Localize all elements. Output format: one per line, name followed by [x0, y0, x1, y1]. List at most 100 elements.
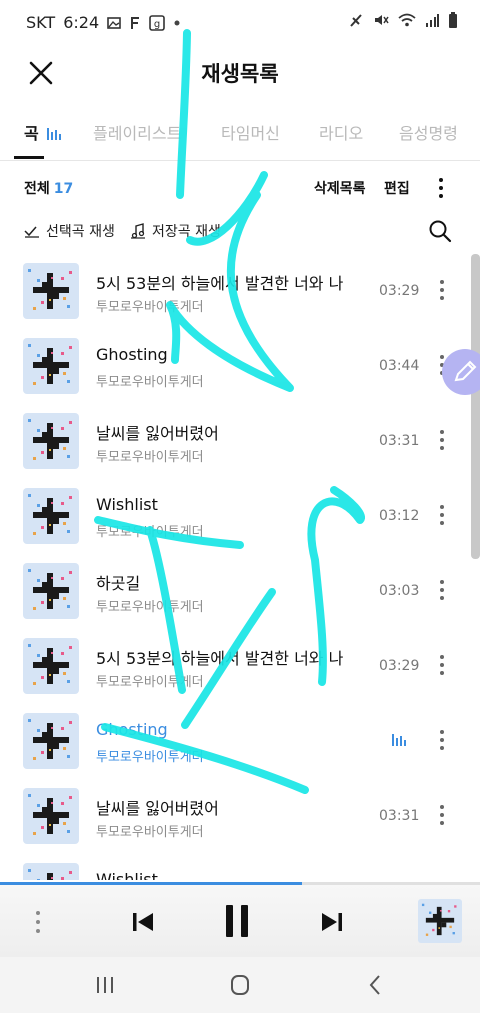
song-row[interactable]: 날씨를 잃어버렸어 투모로우바이투게더 03:31 — [0, 404, 480, 478]
recent-apps-icon[interactable] — [90, 971, 120, 999]
album-art — [23, 338, 79, 394]
more-options-icon[interactable] — [429, 176, 453, 204]
song-more-icon[interactable] — [430, 726, 454, 756]
list-toolbar: 전체 17 삭제목록 편집 — [0, 160, 480, 212]
carrier-label: SKT — [26, 13, 56, 32]
song-duration: 03:29 — [379, 283, 420, 299]
song-more-icon[interactable] — [430, 576, 454, 606]
music-note-icon — [131, 223, 145, 239]
album-art — [23, 863, 79, 880]
song-duration: 03:31 — [379, 433, 420, 449]
song-row[interactable]: Wishlist — [0, 854, 480, 880]
play-saved-label: 저장곡 재생 — [152, 224, 221, 240]
song-artist: 투모로우바이투게더 — [96, 750, 204, 765]
total-label: 전체 — [24, 181, 50, 197]
deleted-list-button[interactable]: 삭제목록 — [314, 178, 366, 198]
dot-icon — [174, 20, 180, 25]
song-artist: 투모로우바이투게더 — [96, 825, 204, 840]
total-count: 전체 17 — [24, 178, 73, 198]
player-menu-icon[interactable] — [28, 907, 48, 937]
song-title: 5시 53분의 하늘에서 발견한 너와 나 — [96, 649, 344, 668]
tab-voice-command[interactable]: 음성명령 — [399, 120, 458, 144]
signal-icon — [426, 14, 439, 27]
song-artist: 투모로우바이투게더 — [96, 375, 204, 390]
header: 재생목록 — [0, 46, 480, 106]
song-duration: 03:29 — [379, 658, 420, 674]
gallery-icon — [107, 16, 121, 29]
system-nav-bar — [0, 957, 480, 1013]
song-list: 5시 53분의 하늘에서 발견한 너와 나 투모로우바이투게더 03:29 Gh… — [0, 254, 480, 880]
now-playing-album-art[interactable] — [418, 899, 462, 943]
song-title: 5시 53분의 하늘에서 발견한 너와 나 — [96, 274, 344, 293]
album-art — [23, 563, 79, 619]
song-more-icon[interactable] — [430, 426, 454, 456]
tab-time-machine[interactable]: 타임머신 — [221, 120, 280, 144]
tab-radio[interactable]: 라디오 — [319, 120, 363, 144]
back-icon[interactable] — [360, 971, 390, 999]
play-actions: 선택곡 재생 저장곡 재생 — [0, 212, 480, 252]
song-artist: 투모로우바이투게더 — [96, 450, 204, 465]
song-title: Ghosting — [96, 345, 168, 364]
mini-player — [0, 885, 480, 957]
album-art — [23, 638, 79, 694]
song-artist: 투모로우바이투게더 — [96, 675, 204, 690]
f-app-icon — [131, 16, 140, 29]
song-duration: 03:31 — [379, 808, 420, 824]
play-saved-button[interactable]: 저장곡 재생 — [130, 221, 221, 241]
album-art — [23, 488, 79, 544]
total-number: 17 — [53, 181, 74, 197]
wifi-icon — [398, 13, 416, 27]
song-row[interactable]: Wishlist 투모로우바이투게더 03:12 — [0, 479, 480, 553]
home-icon[interactable] — [225, 971, 255, 999]
next-icon[interactable] — [319, 909, 345, 935]
edit-button[interactable]: 편집 — [384, 178, 410, 198]
edit-pen-button[interactable] — [442, 349, 480, 395]
song-artist: 투모로우바이투게더 — [96, 600, 204, 615]
album-art — [23, 413, 79, 469]
song-row[interactable]: 5시 53분의 하늘에서 발견한 너와 나 투모로우바이투게더 03:29 — [0, 629, 480, 703]
song-title: 날씨를 잃어버렸어 — [96, 424, 219, 443]
song-more-icon[interactable] — [430, 276, 454, 306]
song-row[interactable]: 하곳길 투모로우바이투게더 03:03 — [0, 554, 480, 628]
tab-playlists[interactable]: 플레이리스트 — [93, 120, 181, 144]
song-title: 하곳길 — [96, 574, 141, 593]
album-art — [23, 713, 79, 769]
song-duration: 03:44 — [379, 358, 420, 374]
pause-icon[interactable] — [223, 903, 251, 939]
tab-bar: 곡 플레이리스트 타임머신 라디오 음성명령 — [0, 106, 480, 161]
song-title: Wishlist — [96, 870, 158, 880]
song-artist: 투모로우바이투게더 — [96, 300, 204, 315]
song-row[interactable]: Ghosting 투모로우바이투게더 03:44 — [0, 329, 480, 403]
previous-icon[interactable] — [130, 909, 156, 935]
active-tab-indicator — [14, 156, 44, 159]
song-title: 날씨를 잃어버렸어 — [96, 799, 219, 818]
now-playing-bars-icon — [392, 734, 406, 746]
play-selected-label: 선택곡 재생 — [46, 224, 115, 240]
status-bar: SKT 6:24 g — [0, 0, 480, 46]
pen-icon — [454, 360, 477, 382]
song-more-icon[interactable] — [430, 651, 454, 681]
battery-icon — [449, 12, 457, 28]
svg-text:g: g — [154, 19, 160, 30]
page-title: 재생목록 — [201, 62, 279, 86]
song-duration: 03:12 — [379, 508, 420, 524]
song-row[interactable]: Ghosting 투모로우바이투게더 — [0, 704, 480, 778]
equalizer-icon — [47, 128, 62, 140]
check-icon — [24, 226, 39, 238]
search-icon[interactable] — [426, 217, 454, 245]
song-title: Wishlist — [96, 495, 158, 514]
scrollbar[interactable] — [471, 254, 480, 559]
play-selected-button[interactable]: 선택곡 재생 — [24, 221, 115, 241]
mute-icon — [375, 15, 389, 25]
song-row[interactable]: 날씨를 잃어버렸어 투모로우바이투게더 03:31 — [0, 779, 480, 853]
tab-label: 곡 — [24, 124, 39, 143]
tab-songs[interactable]: 곡 — [24, 120, 63, 144]
song-more-icon[interactable] — [430, 801, 454, 831]
song-more-icon[interactable] — [430, 501, 454, 531]
album-art — [23, 788, 79, 844]
song-artist: 투모로우바이투게더 — [96, 525, 204, 540]
g-app-icon: g — [149, 14, 165, 31]
album-art — [23, 263, 79, 319]
song-row[interactable]: 5시 53분의 하늘에서 발견한 너와 나 투모로우바이투게더 03:29 — [0, 254, 480, 328]
song-duration: 03:03 — [379, 583, 420, 599]
